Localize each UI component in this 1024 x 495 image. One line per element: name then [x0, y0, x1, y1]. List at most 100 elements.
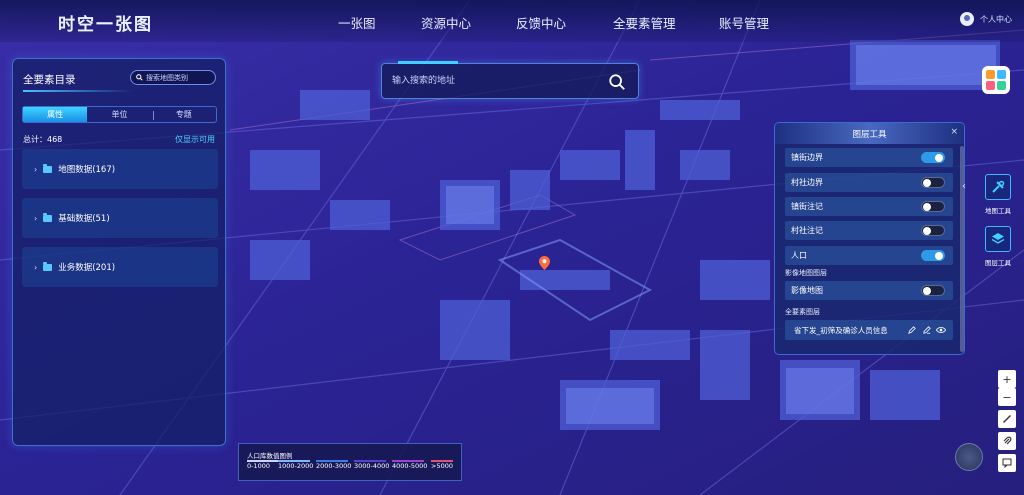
- legend-label: 1000-2000: [278, 462, 314, 470]
- legend-label: 4000-5000: [392, 462, 428, 470]
- toggle-population[interactable]: [921, 250, 945, 261]
- layer-label: 村社注记: [791, 226, 823, 235]
- apps-grid-icon[interactable]: [982, 66, 1010, 94]
- nav-one-map[interactable]: 一张图: [338, 13, 376, 32]
- eye-icon[interactable]: [936, 326, 946, 334]
- nav-feedback-center[interactable]: 反馈中心: [516, 13, 566, 32]
- zoom-in-button[interactable]: +: [998, 370, 1016, 388]
- map-tools-label: 地图工具: [985, 207, 1011, 215]
- tab-topic[interactable]: 专题: [152, 107, 216, 122]
- tree-item-base-data[interactable]: › 基础数据(51): [22, 198, 218, 238]
- zoom-out-button[interactable]: −: [998, 388, 1016, 406]
- legend-label: >5000: [431, 462, 453, 470]
- paperclip-icon: [1003, 436, 1012, 445]
- tree-item-label: 基础数据(51): [58, 214, 110, 224]
- layer-label: 镇街注记: [791, 202, 823, 211]
- folder-icon: [43, 212, 53, 222]
- top-bar: 时空一张图 一张图 资源中心 反馈中心 全要素管理 账号管理 个人中心: [0, 0, 1024, 42]
- catalog-panel: 全要素目录 搜索地图类别 属性 单位 专题 总计：468 仅显示可用 › 地图数…: [12, 58, 226, 446]
- app-title: 时空一张图: [58, 15, 153, 35]
- legend-item: 1000-2000: [278, 460, 314, 470]
- tree-item-business-data[interactable]: › 业务数据(201): [22, 247, 218, 287]
- nav-account-management[interactable]: 账号管理: [719, 13, 769, 32]
- only-visible-link[interactable]: 仅显示可用: [175, 134, 215, 145]
- legend-swatch: [431, 460, 453, 462]
- total-count: 总计：468: [23, 135, 63, 144]
- folder-icon: [43, 163, 53, 173]
- layer-tools-button[interactable]: [985, 226, 1011, 252]
- searchbar-accent: [398, 61, 458, 64]
- legend-label: 0-1000: [247, 462, 271, 470]
- search-icon: [136, 74, 143, 81]
- tab-unit[interactable]: 单位: [87, 107, 151, 122]
- edit-icon[interactable]: [908, 326, 916, 334]
- legend-swatch: [354, 460, 386, 462]
- feature-layer-label: 省下发_初筛及确诊人员信息: [794, 325, 888, 335]
- feature-layer-row[interactable]: 省下发_初筛及确诊人员信息: [785, 320, 953, 340]
- address-search-bar: [381, 61, 639, 99]
- pencil-icon[interactable]: [923, 326, 931, 334]
- compass-icon[interactable]: [955, 443, 983, 471]
- legend-item: 0-1000: [247, 460, 279, 470]
- ruler-icon: [1003, 415, 1011, 423]
- catalog-search-input[interactable]: 搜索地图类别: [130, 70, 216, 85]
- address-search-input[interactable]: [392, 72, 592, 90]
- wrench-icon: [992, 180, 1005, 193]
- measure-tool-button[interactable]: [998, 410, 1016, 428]
- legend-label: 3000-4000: [354, 462, 390, 470]
- legend-item: 2000-3000: [316, 460, 352, 470]
- layer-panel-scrollbar[interactable]: [960, 146, 964, 352]
- folder-icon: [43, 261, 53, 271]
- avatar: [960, 12, 974, 26]
- tab-attribute[interactable]: 属性: [23, 107, 88, 122]
- toggle-town-label[interactable]: [921, 201, 945, 212]
- layer-town-boundary: 镇街边界: [785, 148, 953, 167]
- close-icon[interactable]: ×: [950, 127, 958, 137]
- legend-label: 2000-3000: [316, 462, 352, 470]
- layer-town-label: 镇街注记: [785, 197, 953, 216]
- toggle-village-boundary[interactable]: [921, 177, 945, 188]
- chat-tool-button[interactable]: [998, 454, 1016, 472]
- layer-tool-header: 图层工具: [775, 123, 964, 144]
- tab-divider: [153, 111, 154, 120]
- population-legend: 人口库数值图例 0-1000 1000-2000 2000-3000 3000-…: [238, 443, 462, 481]
- user-center-label: 个人中心: [980, 14, 1012, 24]
- catalog-tabs: 属性 单位 专题: [22, 106, 217, 123]
- layer-population: 人口: [785, 246, 953, 265]
- imagery-section-label: 影像地图图层: [785, 269, 827, 277]
- chevron-right-icon: ›: [34, 213, 38, 223]
- catalog-search-placeholder: 搜索地图类别: [146, 73, 188, 82]
- legend-swatch: [316, 460, 348, 462]
- link-tool-button[interactable]: [998, 432, 1016, 450]
- legend-item: 3000-4000: [354, 460, 390, 470]
- collapse-panel-icon[interactable]: ‹: [962, 181, 966, 192]
- layer-label: 影像地图: [791, 286, 823, 295]
- catalog-title: 全要素目录: [23, 74, 76, 86]
- legend-item: >5000: [431, 460, 453, 470]
- comment-icon: [1002, 458, 1012, 468]
- layer-imagery: 影像地图: [785, 281, 953, 300]
- layer-village-label: 村社注记: [785, 221, 953, 240]
- layer-village-boundary: 村社边界: [785, 173, 953, 192]
- nav-resource-center[interactable]: 资源中心: [421, 13, 471, 32]
- legend-swatch: [278, 460, 310, 462]
- toggle-village-label[interactable]: [921, 225, 945, 236]
- tree-item-map-data[interactable]: › 地图数据(167): [22, 149, 218, 189]
- layer-tool-title: 图层工具: [852, 129, 887, 140]
- title-underline: [23, 90, 133, 92]
- toggle-town-boundary[interactable]: [921, 152, 945, 163]
- layer-tools-label: 图层工具: [985, 259, 1011, 267]
- search-icon[interactable]: [608, 73, 626, 91]
- map-tools-button[interactable]: [985, 174, 1011, 200]
- layer-label: 村社边界: [791, 178, 823, 187]
- layer-label: 镇街边界: [791, 153, 823, 162]
- legend-title: 人口库数值图例: [247, 452, 293, 460]
- toggle-imagery[interactable]: [921, 285, 945, 296]
- tree-item-label: 地图数据(167): [58, 165, 116, 175]
- user-center[interactable]: 个人中心: [960, 12, 1012, 26]
- nav-element-management[interactable]: 全要素管理: [613, 13, 676, 32]
- location-pin-icon[interactable]: [539, 256, 550, 270]
- layer-label: 人口: [791, 251, 807, 260]
- legend-item: 4000-5000: [392, 460, 428, 470]
- layers-icon: [991, 233, 1005, 244]
